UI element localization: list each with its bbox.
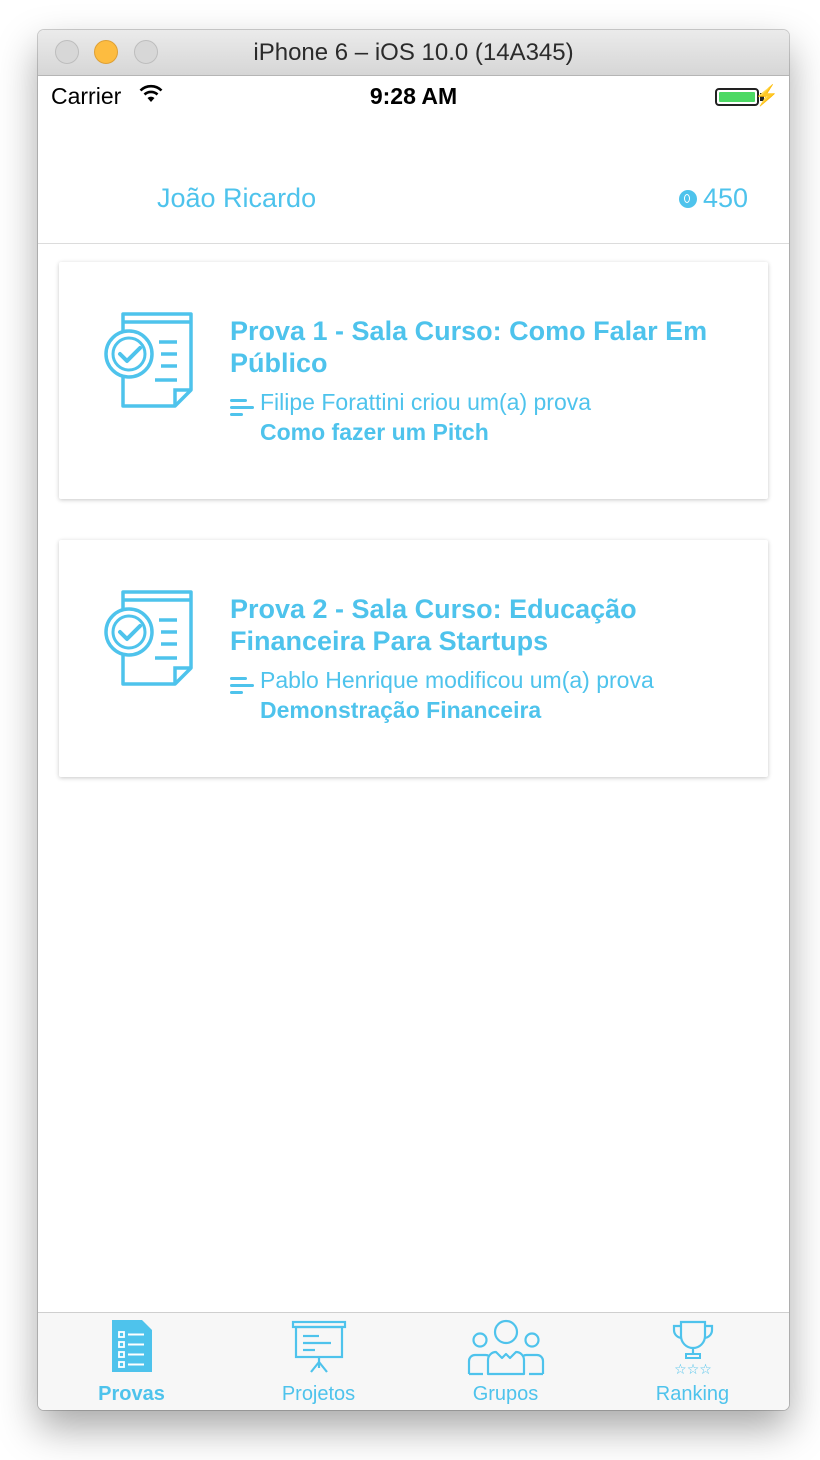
presentation-board-icon xyxy=(291,1320,346,1373)
status-time: 9:28 AM xyxy=(369,83,458,109)
tab-bar: Provas Projetos Grupos ☆☆☆ Ranking xyxy=(38,1312,789,1410)
card-actor-text: Pablo Henrique modificou um(a) prova xyxy=(260,667,654,693)
points-value: 450 xyxy=(702,183,748,213)
simulator-window: iPhone 6 – iOS 10.0 (14A345) Carrier 9:2… xyxy=(38,30,789,1410)
status-bar: Carrier 9:28 AM ⚡ xyxy=(38,76,789,116)
card-title: Prova 2 - Sala Curso: Educação Financeir… xyxy=(230,594,637,656)
activity-card-2[interactable]: Prova 2 - Sala Curso: Educação Financeir… xyxy=(59,540,768,777)
window-titlebar: iPhone 6 – iOS 10.0 (14A345) xyxy=(38,30,789,76)
exam-document-icon xyxy=(104,312,193,408)
card-activity: Pablo Henrique modificou um(a) prova Dem… xyxy=(230,665,730,725)
tab-grupos[interactable]: Grupos xyxy=(412,1313,599,1410)
tab-label: Ranking xyxy=(655,1383,730,1405)
window-title: iPhone 6 – iOS 10.0 (14A345) xyxy=(253,39,574,66)
card-actor-text: Filipe Forattini criou um(a) prova xyxy=(260,389,592,415)
app-header: João Ricardo 450 xyxy=(38,116,789,244)
coin-icon xyxy=(678,189,697,208)
activity-lines-icon xyxy=(230,399,254,416)
svg-text:☆☆☆: ☆☆☆ xyxy=(674,1362,712,1376)
card-activity: Filipe Forattini criou um(a) prova Como f… xyxy=(230,387,730,447)
charging-bolt-icon: ⚡ xyxy=(754,85,779,107)
points-badge: 450 xyxy=(678,183,748,214)
trophy-icon: ☆☆☆ xyxy=(672,1320,713,1376)
activity-lines-icon xyxy=(230,677,254,694)
tab-ranking[interactable]: ☆☆☆ Ranking xyxy=(599,1313,786,1410)
tab-label: Grupos xyxy=(472,1383,539,1405)
tab-projetos[interactable]: Projetos xyxy=(225,1313,412,1410)
card-title: Prova 1 - Sala Curso: Como Falar Em Públ… xyxy=(230,316,708,378)
card-subject: Como fazer um Pitch xyxy=(260,419,489,445)
exam-document-icon xyxy=(104,590,193,686)
tab-label: Projetos xyxy=(281,1383,356,1405)
tab-label: Provas xyxy=(98,1383,165,1405)
user-name[interactable]: João Ricardo xyxy=(157,183,316,214)
checklist-icon xyxy=(111,1320,152,1372)
group-people-icon xyxy=(467,1319,544,1376)
tab-provas[interactable]: Provas xyxy=(38,1313,225,1410)
card-subject: Demonstração Financeira xyxy=(260,697,542,723)
activity-card-1[interactable]: Prova 1 - Sala Curso: Como Falar Em Públ… xyxy=(59,262,768,499)
battery-icon xyxy=(715,88,759,106)
